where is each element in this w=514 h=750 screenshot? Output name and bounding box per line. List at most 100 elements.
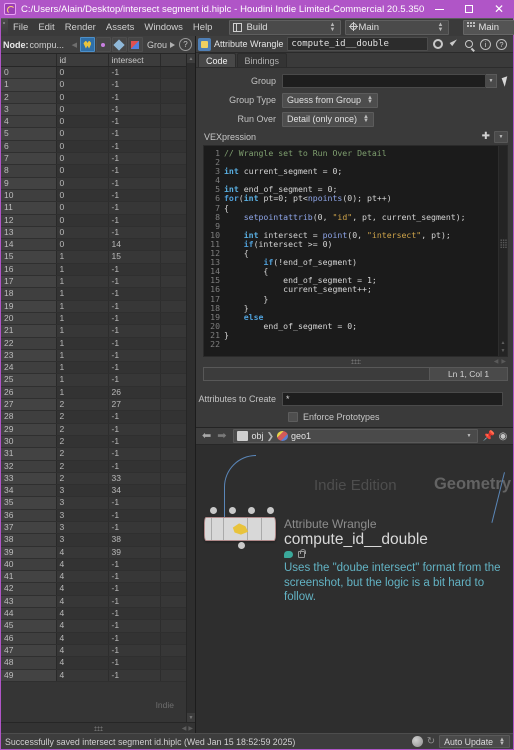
cell-blank[interactable]: [160, 460, 186, 473]
cell-intersect[interactable]: -1: [108, 423, 161, 436]
cell-intersect[interactable]: 39: [108, 546, 161, 559]
cell-intersect[interactable]: -1: [108, 582, 161, 596]
cell-intersect[interactable]: -1: [108, 570, 161, 584]
cell-intersect[interactable]: -1: [108, 300, 161, 313]
row-index[interactable]: 26: [1, 386, 57, 400]
row-index[interactable]: 24: [1, 361, 57, 375]
enforce-prototypes-checkbox[interactable]: [288, 412, 298, 422]
row-index[interactable]: 17: [1, 275, 57, 289]
row-index[interactable]: 6: [1, 140, 57, 154]
run-over-select[interactable]: Detail (only once) ▲ ▼: [282, 111, 374, 127]
table-row[interactable]: 26 1 26: [1, 386, 186, 400]
cell-id[interactable]: 4: [56, 644, 109, 658]
network-options-icon[interactable]: ◉: [496, 431, 510, 442]
cell-id[interactable]: 2: [56, 410, 109, 424]
cell-blank[interactable]: [160, 300, 186, 313]
editor-hscroll-arrows[interactable]: ◀ ▶: [494, 358, 506, 365]
cell-id[interactable]: 1: [56, 287, 109, 301]
cell-intersect[interactable]: -1: [108, 619, 161, 633]
cell-id[interactable]: 0: [56, 91, 109, 104]
table-row[interactable]: 4 0 -1: [1, 115, 186, 129]
table-row[interactable]: 22 1 -1: [1, 337, 186, 350]
cell-blank[interactable]: [160, 201, 186, 215]
row-index[interactable]: 4: [1, 115, 57, 129]
cell-intersect[interactable]: -1: [108, 361, 161, 375]
table-row[interactable]: 17 1 -1: [1, 275, 186, 289]
tab-bindings[interactable]: Bindings: [236, 53, 288, 67]
cell-intersect[interactable]: -1: [108, 509, 161, 522]
cell-id[interactable]: 2: [56, 435, 109, 449]
table-row[interactable]: 34 3 34: [1, 484, 186, 498]
toolbar-collapse-icon[interactable]: ◀: [72, 41, 79, 49]
code-line-text[interactable]: int current_segment = 0;: [224, 167, 342, 176]
desktop-main-selector[interactable]: Main ▲ ▼: [345, 20, 450, 35]
row-index[interactable]: 14: [1, 238, 57, 252]
cell-id[interactable]: 0: [56, 214, 109, 227]
code-line-text[interactable]: setpointattrib(0, "id", pt, current_segm…: [224, 212, 466, 222]
cell-intersect[interactable]: -1: [108, 127, 161, 141]
table-row[interactable]: 19 1 -1: [1, 300, 186, 313]
cell-blank[interactable]: [160, 386, 186, 400]
row-index[interactable]: 22: [1, 337, 57, 350]
network-path-input[interactable]: obj ❯ geo1 ▼: [233, 429, 478, 443]
cell-intersect[interactable]: -1: [108, 669, 161, 682]
cell-blank[interactable]: [160, 607, 186, 621]
table-row[interactable]: 11 0 -1: [1, 201, 186, 215]
row-index[interactable]: 35: [1, 496, 57, 510]
table-row[interactable]: 31 2 -1: [1, 447, 186, 461]
cell-blank[interactable]: [160, 250, 186, 264]
cell-intersect[interactable]: -1: [108, 460, 161, 473]
row-index[interactable]: 7: [1, 152, 57, 166]
cell-blank[interactable]: [160, 582, 186, 596]
add-parameter-icon[interactable]: ✚: [482, 132, 490, 142]
cell-blank[interactable]: [160, 275, 186, 289]
maximize-button[interactable]: [454, 0, 484, 18]
scroll-down-icon[interactable]: ▼: [187, 713, 195, 722]
row-index[interactable]: 11: [1, 201, 57, 215]
cell-id[interactable]: 1: [56, 386, 109, 400]
row-index[interactable]: 27: [1, 398, 57, 412]
table-row[interactable]: 9 0 -1: [1, 177, 186, 190]
table-row[interactable]: 47 4 -1: [1, 644, 186, 658]
cell-id[interactable]: 4: [56, 619, 109, 633]
group-input[interactable]: [282, 74, 486, 88]
cell-id[interactable]: 1: [56, 337, 109, 350]
cell-id[interactable]: 0: [56, 140, 109, 154]
col-header-index[interactable]: [1, 54, 57, 67]
hscroll-left-icon[interactable]: ◀: [182, 725, 187, 732]
editor-resize-grip-icon[interactable]: [350, 359, 361, 364]
row-index[interactable]: 46: [1, 632, 57, 645]
cell-intersect[interactable]: 14: [108, 238, 161, 252]
row-index[interactable]: 33: [1, 472, 57, 486]
info-icon[interactable]: i: [480, 38, 491, 50]
cell-id[interactable]: 2: [56, 472, 109, 486]
col-header-intersect[interactable]: intersect: [108, 54, 161, 67]
cell-blank[interactable]: [160, 115, 186, 129]
hscroll-right-icon[interactable]: ▶: [188, 725, 193, 732]
col-header-blank[interactable]: [160, 54, 186, 67]
cell-blank[interactable]: [160, 570, 186, 584]
table-row[interactable]: 3 0 -1: [1, 103, 186, 117]
table-row[interactable]: 29 2 -1: [1, 423, 186, 436]
cell-blank[interactable]: [160, 214, 186, 227]
input-connector-2[interactable]: [248, 507, 255, 514]
comment-badge-icon[interactable]: [284, 551, 293, 558]
cell-id[interactable]: 2: [56, 460, 109, 473]
editor-scroll-grip-icon[interactable]: [500, 239, 507, 248]
cell-id[interactable]: 1: [56, 324, 109, 338]
table-row[interactable]: 28 2 -1: [1, 410, 186, 424]
cell-id[interactable]: 4: [56, 656, 109, 670]
row-index[interactable]: 13: [1, 226, 57, 240]
table-row[interactable]: 46 4 -1: [1, 632, 186, 645]
cell-id[interactable]: 1: [56, 312, 109, 326]
cell-intersect[interactable]: -1: [108, 214, 161, 227]
cell-intersect[interactable]: -1: [108, 337, 161, 350]
cell-intersect[interactable]: -1: [108, 435, 161, 449]
cell-id[interactable]: 4: [56, 546, 109, 559]
input-connector-1[interactable]: [229, 507, 236, 514]
table-row[interactable]: 16 1 -1: [1, 263, 186, 277]
cell-intersect[interactable]: 34: [108, 484, 161, 498]
attributes-to-create-input[interactable]: *: [282, 391, 503, 406]
row-index[interactable]: 30: [1, 435, 57, 449]
cell-id[interactable]: 4: [56, 558, 109, 572]
